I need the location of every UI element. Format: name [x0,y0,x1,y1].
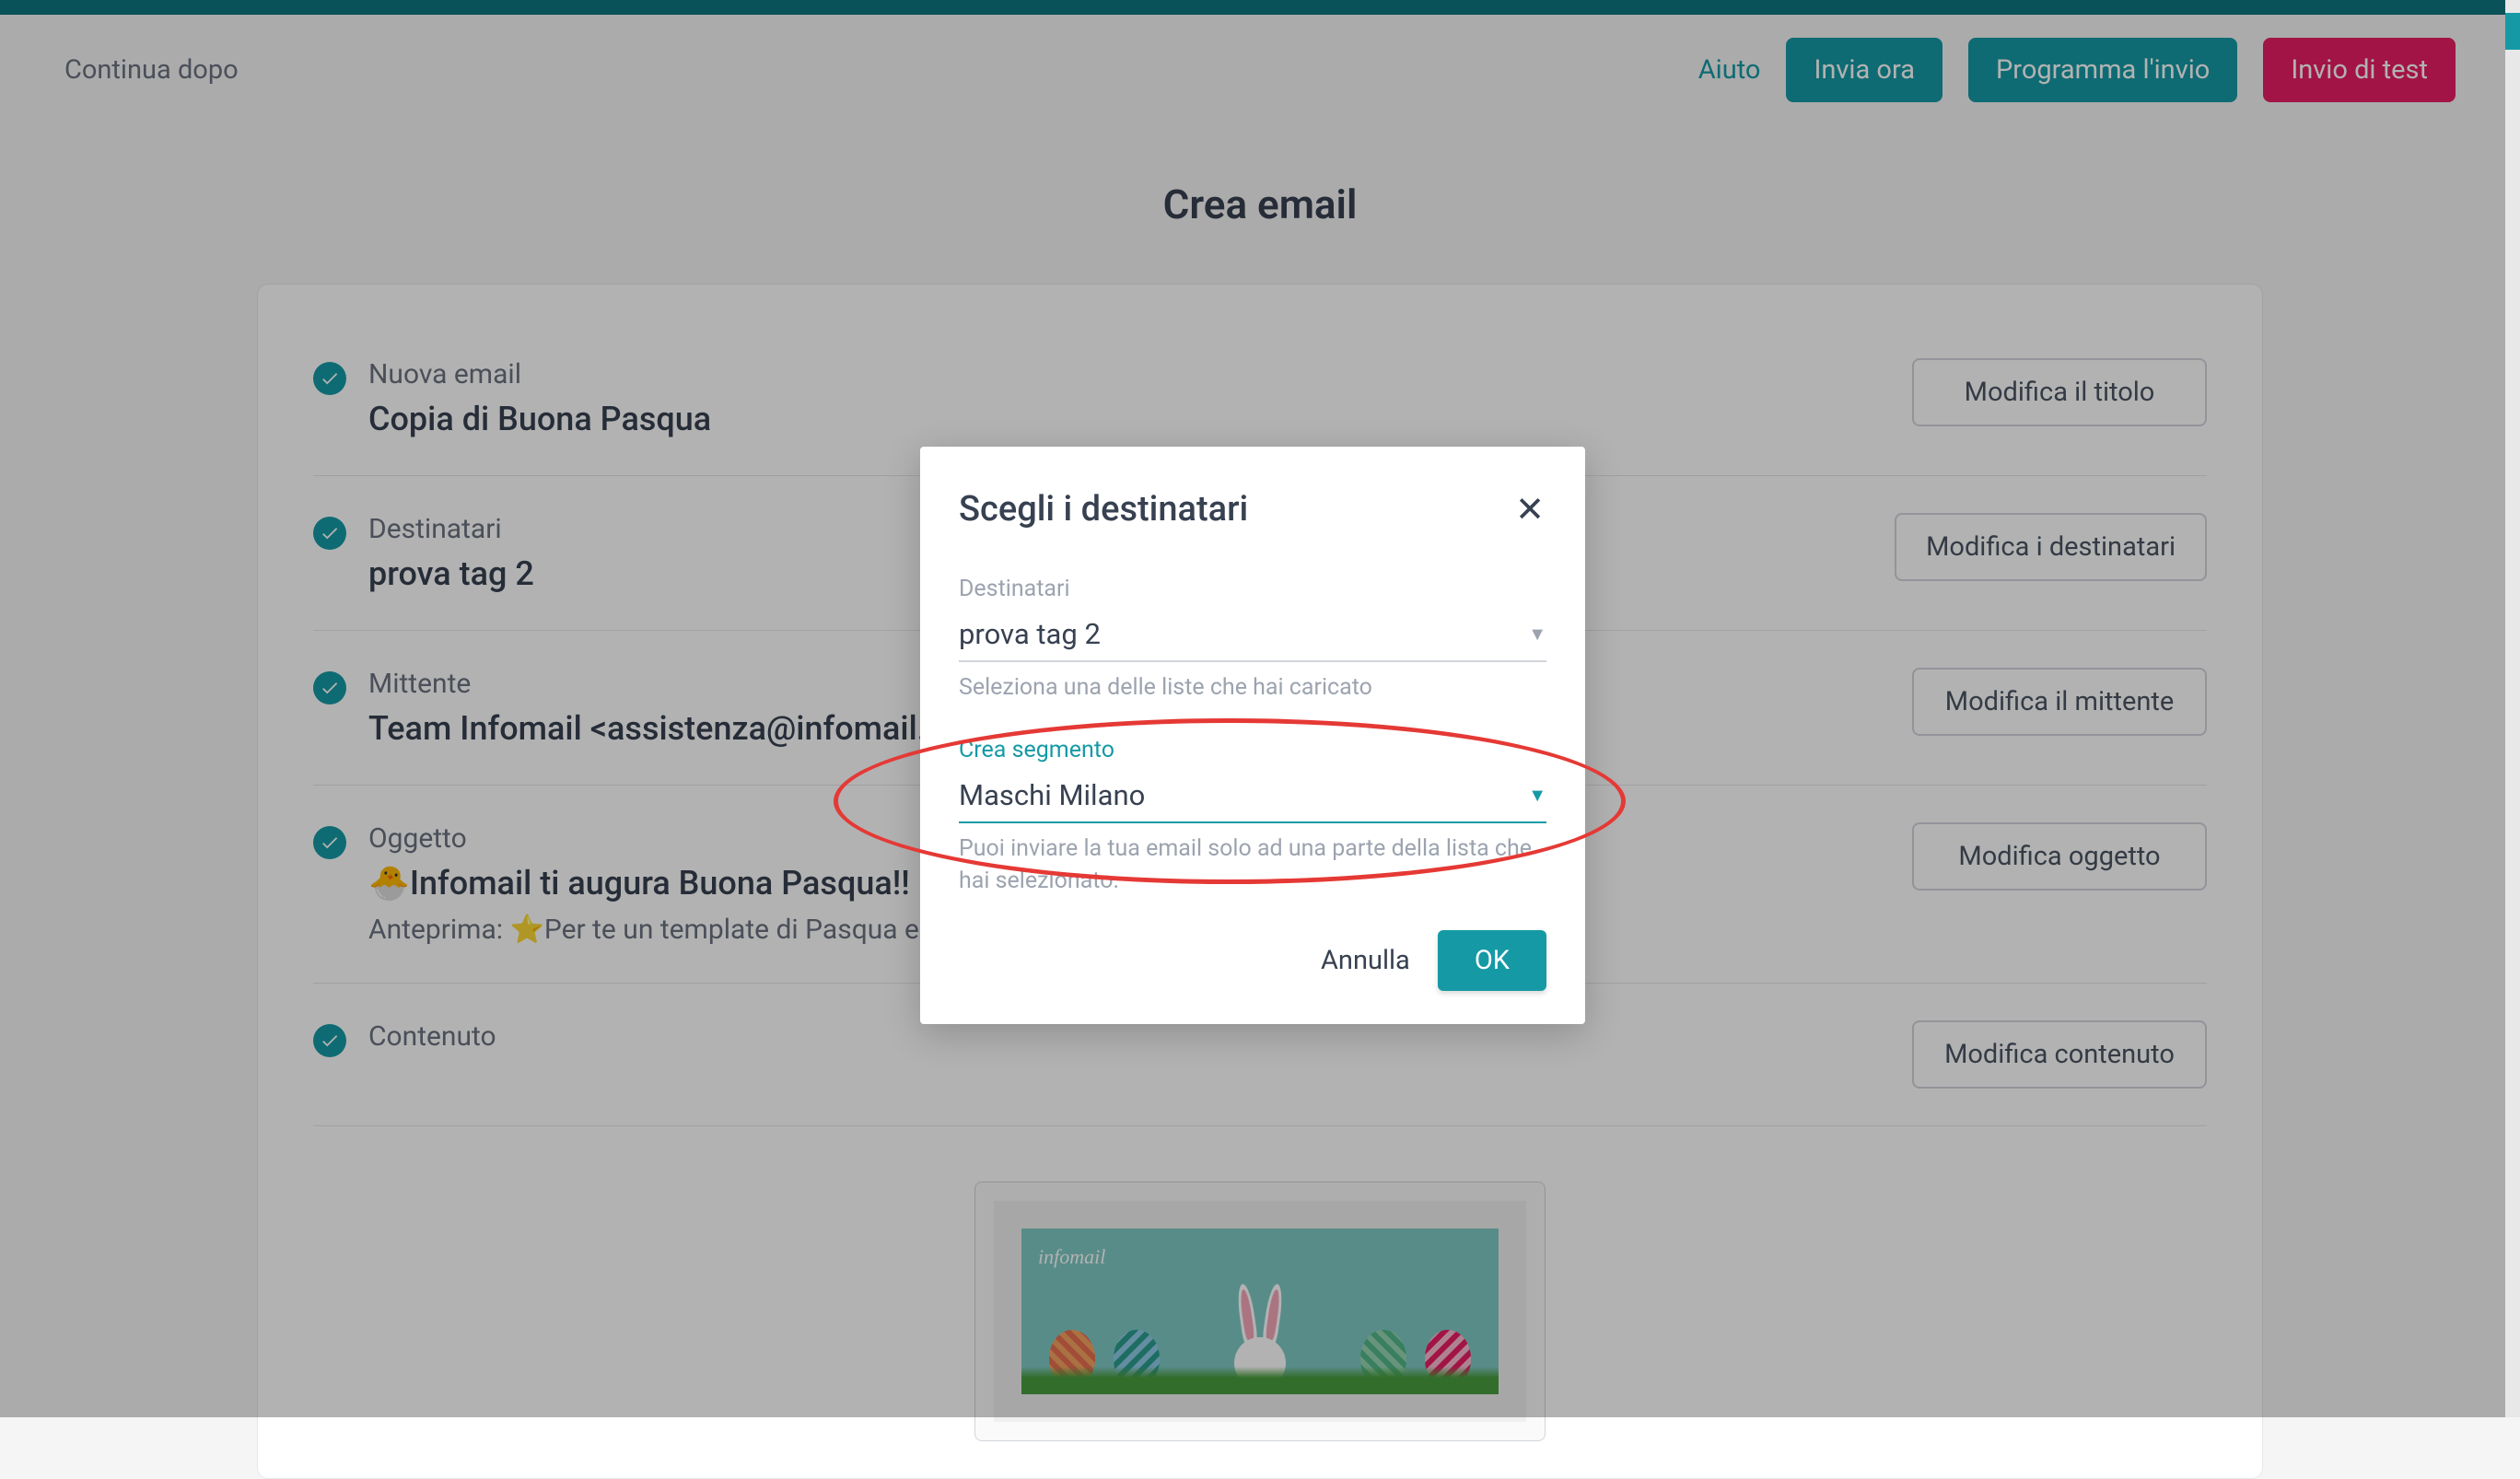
segment-select[interactable]: Maschi Milano ▼ [959,769,1546,823]
recipients-modal: Scegli i destinatari ✕ Destinatari prova… [920,447,1585,1024]
close-icon[interactable]: ✕ [1513,493,1546,526]
segment-select-value: Maschi Milano [959,778,1145,812]
scrollbar-track[interactable] [2505,0,2520,1417]
ok-button[interactable]: OK [1438,930,1546,991]
recipients-form-group: Destinatari prova tag 2 ▼ Seleziona una … [959,576,1546,704]
modal-actions: Annulla OK [959,930,1546,991]
segment-select-label: Crea segmento [959,737,1546,763]
segment-hint: Puoi inviare la tua email solo ad una pa… [959,833,1546,897]
cancel-button[interactable]: Annulla [1321,945,1410,976]
modal-overlay[interactable]: Scegli i destinatari ✕ Destinatari prova… [0,0,2505,1417]
recipients-select[interactable]: prova tag 2 ▼ [959,608,1546,662]
recipients-hint: Seleziona una delle liste che hai carica… [959,671,1546,704]
segment-form-group: Crea segmento Maschi Milano ▼ Puoi invia… [959,737,1546,897]
scrollbar-thumb[interactable] [2505,13,2520,50]
dropdown-arrow-icon: ▼ [1528,623,1546,646]
modal-title: Scegli i destinatari [959,489,1546,530]
recipients-select-value: prova tag 2 [959,617,1101,651]
dropdown-arrow-icon: ▼ [1528,784,1546,807]
recipients-select-label: Destinatari [959,576,1546,602]
